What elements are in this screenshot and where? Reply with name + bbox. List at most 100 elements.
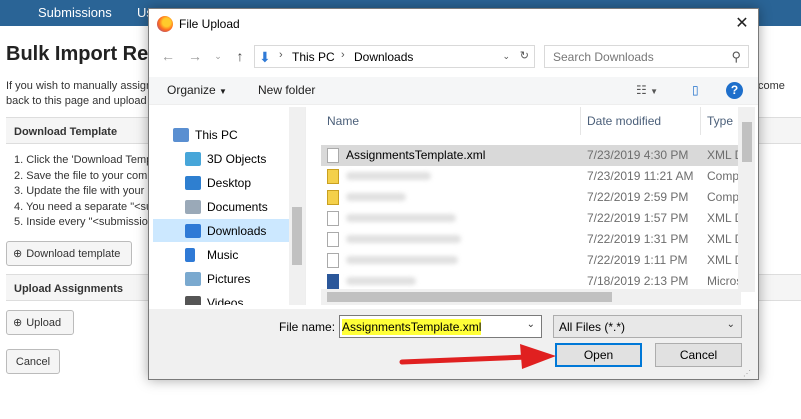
nav-scrollbar[interactable] <box>289 107 305 305</box>
blurred-file-name <box>346 172 431 180</box>
breadcrumb-downloads[interactable]: Downloads <box>354 50 413 64</box>
blurred-file-name <box>346 256 458 264</box>
nav-documents[interactable]: Documents <box>153 195 289 218</box>
nav-downloads[interactable]: Downloads <box>153 219 289 242</box>
pictures-icon <box>185 271 201 286</box>
file-date: 7/22/2019 1:11 PM <box>587 253 688 267</box>
file-list-scrollbar[interactable] <box>738 107 755 292</box>
intro-text-right: come <box>758 80 785 92</box>
download-icon <box>185 223 201 238</box>
upload-button[interactable]: ⊕ Upload <box>6 310 74 335</box>
refresh-icon[interactable]: ↻ <box>520 49 529 62</box>
word-document-icon <box>327 274 339 289</box>
help-icon[interactable]: ? <box>726 82 743 99</box>
nav-label: Downloads <box>207 223 267 238</box>
dialog-toolbar: Organize ▼ New folder ☷ ▼ ▯ ? <box>149 77 758 105</box>
nav-desktop[interactable]: Desktop <box>153 171 289 194</box>
back-arrow-icon[interactable]: ← <box>159 47 177 65</box>
download-template-button[interactable]: ⊕ Download template <box>6 241 132 266</box>
step-item: 2. Save the file to your comp <box>14 169 148 182</box>
recent-chevron-icon[interactable]: ⌄ <box>209 47 227 65</box>
music-icon <box>185 247 195 262</box>
file-row[interactable]: 7/22/2019 1:31 PM XML D <box>321 229 743 250</box>
forward-arrow-icon[interactable]: → <box>186 47 204 65</box>
chevron-down-icon: ⌄ <box>726 319 735 330</box>
nav-this-pc[interactable]: This PC <box>153 123 289 146</box>
xml-file-icon <box>327 211 339 226</box>
file-type: Comp <box>707 169 740 183</box>
resize-grip-icon[interactable]: ⋰ <box>743 369 751 378</box>
search-input[interactable]: Search Downloads ⚲ <box>544 45 749 68</box>
nav-music[interactable]: Music <box>153 243 289 266</box>
download-icon: ⊕ <box>13 248 23 260</box>
navigation-pane: This PC 3D Objects Desktop Documents Dow… <box>149 107 306 305</box>
view-options-icon[interactable]: ☷ ▼ <box>636 83 658 97</box>
intro-line: If you wish to manually assign <box>6 80 153 92</box>
file-type: Comp <box>707 190 740 204</box>
address-dropdown-icon[interactable]: ⌄ <box>502 51 510 62</box>
column-name[interactable]: Name <box>321 107 581 135</box>
new-folder-button[interactable]: New folder <box>258 83 315 97</box>
search-icon: ⚲ <box>731 49 741 64</box>
nav-label: Music <box>207 247 239 262</box>
nav-label: Documents <box>207 199 268 214</box>
scrollbar-thumb[interactable] <box>742 122 752 162</box>
blurred-file-name <box>346 193 406 201</box>
chevron-down-icon[interactable]: ⌄ <box>527 319 535 330</box>
close-icon[interactable]: ✕ <box>732 14 752 34</box>
download-template-heading: Download Template <box>6 117 150 144</box>
address-bar[interactable]: ⬇ › This PC › Downloads ⌄ ↻ <box>254 45 535 68</box>
column-date-modified[interactable]: Date modified <box>581 107 701 135</box>
file-list: Name Date modified Type AssignmentsTempl… <box>321 107 758 305</box>
file-type-value: All Files (*.*) <box>559 320 626 334</box>
file-row[interactable]: 7/22/2019 1:57 PM XML D <box>321 208 743 229</box>
xml-file-icon <box>327 232 339 247</box>
file-row[interactable]: AssignmentsTemplate.xml 7/23/2019 4:30 P… <box>321 145 743 166</box>
nav-pictures[interactable]: Pictures <box>153 267 289 290</box>
instruction-steps: 1. Click the 'Download Templ 2. Save the… <box>14 153 148 231</box>
scrollbar-thumb[interactable] <box>327 292 612 302</box>
preview-pane-icon[interactable]: ▯ <box>692 83 699 97</box>
organize-menu[interactable]: Organize ▼ <box>167 83 227 97</box>
dialog-title: File Upload <box>179 17 240 31</box>
open-button[interactable]: Open <box>555 343 642 367</box>
nav-videos[interactable]: Videos <box>153 291 289 305</box>
file-name-input[interactable]: AssignmentsTemplate.xml ⌄ <box>339 315 542 338</box>
up-arrow-icon[interactable]: ↑ <box>231 47 249 65</box>
pc-icon <box>173 127 189 142</box>
step-item: 5. Inside every "<submission <box>14 216 148 228</box>
xml-file-icon <box>327 253 339 268</box>
blurred-file-name <box>346 235 461 243</box>
page-title: Bulk Import Rev <box>6 43 160 65</box>
desktop-icon <box>185 175 201 190</box>
documents-icon <box>185 199 201 214</box>
breadcrumb-separator: › <box>279 49 283 61</box>
step-item: 4. You need a separate "<su <box>14 200 148 213</box>
dialog-cancel-button[interactable]: Cancel <box>655 343 742 367</box>
file-row[interactable]: 7/22/2019 1:11 PM XML D <box>321 250 743 271</box>
nav-3d-objects[interactable]: 3D Objects <box>153 147 289 170</box>
videos-icon <box>185 295 201 305</box>
file-row[interactable]: 7/23/2019 11:21 AM Comp <box>321 166 741 187</box>
nav-label: Desktop <box>207 175 252 190</box>
upload-assignments-heading: Upload Assignments <box>6 274 150 301</box>
breadcrumb-this-pc[interactable]: This PC <box>292 50 335 64</box>
scrollbar-thumb[interactable] <box>292 207 302 265</box>
nav-submissions[interactable]: Submissions <box>38 5 112 20</box>
download-template-label: Download template <box>26 247 121 260</box>
zip-folder-icon <box>327 190 339 205</box>
upload-icon: ⊕ <box>13 317 23 329</box>
dialog-titlebar[interactable]: File Upload ✕ <box>149 9 758 39</box>
file-row[interactable]: 7/22/2019 2:59 PM Comp <box>321 187 741 208</box>
nav-label: Pictures <box>207 271 251 286</box>
intro-text: If you wish to manually assign back to t… <box>6 79 156 111</box>
organize-label: Organize <box>167 83 216 97</box>
file-date: 7/23/2019 4:30 PM <box>587 148 689 162</box>
step-item: 1. Click the 'Download Templ <box>14 154 148 166</box>
file-type-select[interactable]: All Files (*.*) ⌄ <box>553 315 742 338</box>
file-list-horizontal-scrollbar[interactable] <box>321 289 741 305</box>
file-date: 7/18/2019 2:13 PM <box>587 274 689 288</box>
page-cancel-button[interactable]: Cancel <box>6 349 60 374</box>
breadcrumb-separator: › <box>341 49 345 61</box>
dialog-footer: File name: AssignmentsTemplate.xml ⌄ All… <box>149 309 758 379</box>
